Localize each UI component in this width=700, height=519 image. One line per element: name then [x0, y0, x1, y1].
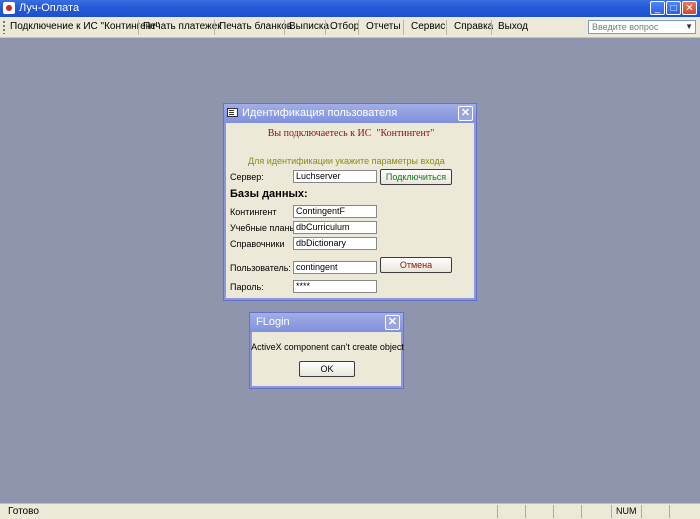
- status-panel: [581, 505, 611, 518]
- menu-separator: [138, 20, 139, 35]
- menu-filter[interactable]: Отбор: [330, 21, 359, 32]
- error-dialog-titlebar[interactable]: FLogin ✕: [250, 313, 403, 332]
- menu-statement[interactable]: Выписка: [289, 21, 329, 32]
- menu-print-forms[interactable]: Печать бланков: [219, 21, 292, 32]
- minimize-button[interactable]: _: [650, 1, 665, 15]
- connect-button[interactable]: Подключиться: [380, 169, 452, 185]
- error-dialog: FLogin ✕ ActiveX component can't create …: [249, 312, 404, 389]
- error-message: ActiveX component can't create object: [251, 342, 404, 352]
- contingent-label: Контингент: [230, 207, 277, 217]
- ok-button[interactable]: OK: [299, 361, 355, 377]
- menu-service[interactable]: Сервис: [411, 21, 445, 32]
- menu-separator: [446, 20, 447, 35]
- password-label: Пароль:: [230, 282, 264, 292]
- toolbar-grip[interactable]: [3, 21, 5, 34]
- contingent-db-field[interactable]: ContingentF: [293, 205, 377, 218]
- menu-separator: [491, 20, 492, 35]
- status-text: Готово: [8, 506, 39, 517]
- menu-reports[interactable]: Отчеты: [366, 21, 401, 32]
- help-question-box[interactable]: Введите вопрос ▼: [588, 20, 696, 34]
- cancel-button[interactable]: Отмена: [380, 257, 452, 273]
- menu-separator: [325, 20, 326, 35]
- login-dialog-title: Идентификация пользователя: [242, 107, 398, 119]
- menu-connect[interactable]: Подключение к ИС "Контингент": [10, 21, 159, 32]
- menu-help[interactable]: Справка: [454, 21, 493, 32]
- server-label: Сервер:: [230, 172, 264, 182]
- login-dialog: Идентификация пользователя ✕ Вы подключа…: [223, 103, 477, 301]
- close-icon[interactable]: ✕: [458, 106, 473, 121]
- menu-separator: [284, 20, 285, 35]
- close-button[interactable]: ✕: [682, 1, 697, 15]
- help-question-placeholder: Введите вопрос: [592, 22, 659, 32]
- app-icon: [3, 2, 15, 14]
- menu-exit[interactable]: Выход: [498, 21, 528, 32]
- status-panel: [497, 505, 525, 518]
- user-field[interactable]: contingent: [293, 261, 377, 274]
- chevron-down-icon[interactable]: ▼: [685, 21, 693, 33]
- num-indicator: NUM: [611, 505, 641, 518]
- status-panel: [641, 505, 669, 518]
- menu-separator: [214, 20, 215, 35]
- app-titlebar: Луч-Оплата _ □ ✕: [0, 0, 700, 17]
- menu-print-payments[interactable]: Печать платежек: [143, 21, 222, 32]
- login-hint: Для идентификации укажите параметры вход…: [248, 156, 445, 166]
- curricula-db-field[interactable]: dbCurriculum: [293, 221, 377, 234]
- dictionary-db-field[interactable]: dbDictionary: [293, 237, 377, 250]
- maximize-button[interactable]: □: [666, 1, 681, 15]
- status-panel: [525, 505, 553, 518]
- curricula-label: Учебные планы: [230, 223, 296, 233]
- status-bar: Готово NUM: [0, 503, 700, 519]
- user-label: Пользователь:: [230, 263, 291, 273]
- dictionary-label: Справочники: [230, 239, 285, 249]
- form-icon: [227, 108, 238, 117]
- databases-heading: Базы данных:: [230, 188, 308, 200]
- error-dialog-title: FLogin: [256, 316, 290, 328]
- menu-separator: [403, 20, 404, 35]
- server-field[interactable]: Luchserver: [293, 170, 377, 183]
- status-panel: [553, 505, 581, 518]
- login-dialog-titlebar[interactable]: Идентификация пользователя ✕: [224, 104, 476, 123]
- password-field[interactable]: ****: [293, 280, 377, 293]
- menu-separator: [358, 20, 359, 35]
- status-panel: [669, 505, 697, 518]
- close-icon[interactable]: ✕: [385, 315, 400, 330]
- app-title: Луч-Оплата: [19, 2, 80, 14]
- connection-banner: Вы подключаетесь к ИС "Контингент": [267, 128, 435, 139]
